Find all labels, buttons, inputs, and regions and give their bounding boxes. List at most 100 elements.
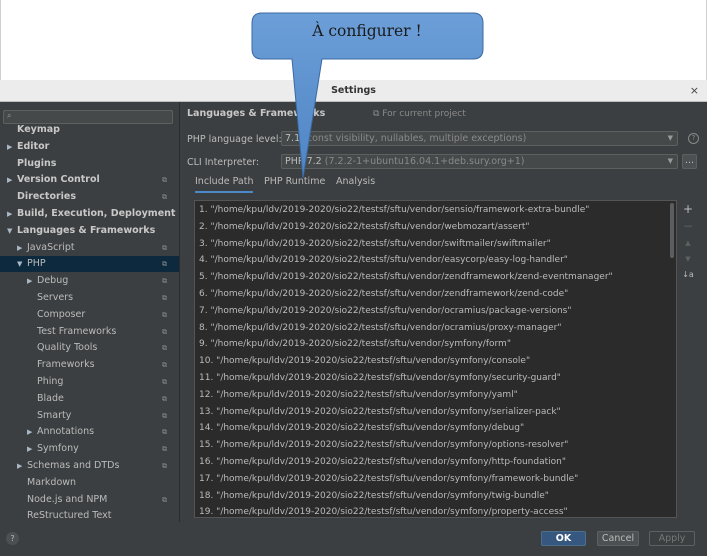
project-scope-icon: ⧉: [162, 260, 167, 269]
list-item[interactable]: 9. "/home/kpu/ldv/2019-2020/sio22/testsf…: [199, 336, 511, 353]
sidebar-item[interactable]: ReStructured Text: [0, 508, 179, 522]
sort-icon[interactable]: ↓a: [681, 270, 695, 279]
project-scope-icon: ⧉: [162, 361, 167, 370]
chevron-right-icon[interactable]: ▶: [7, 139, 12, 155]
sidebar-item[interactable]: ▶ Schemas and DTDs ⧉: [0, 458, 179, 474]
list-item[interactable]: 1. "/home/kpu/ldv/2019-2020/sio22/testsf…: [199, 202, 589, 219]
chevron-right-icon[interactable]: ▶: [17, 458, 22, 474]
sidebar-item[interactable]: Composer ⧉: [0, 307, 179, 323]
sidebar-item-label: Smarty: [37, 409, 72, 421]
ok-button[interactable]: OK: [541, 531, 586, 546]
list-item[interactable]: 13. "/home/kpu/ldv/2019-2020/sio22/tests…: [199, 404, 561, 421]
list-item[interactable]: 10. "/home/kpu/ldv/2019-2020/sio22/tests…: [199, 353, 530, 370]
sidebar-item-label: Quality Tools: [37, 342, 98, 354]
chevron-right-icon[interactable]: ▶: [27, 441, 32, 457]
interpreter-browse-button[interactable]: ...: [682, 154, 697, 169]
sidebar-item[interactable]: Frameworks ⧉: [0, 357, 179, 373]
project-scope-icon: ⧉: [162, 310, 167, 319]
sidebar-item-label: PHP: [27, 258, 46, 270]
sidebar-item[interactable]: ▶ Debug ⧉: [0, 273, 179, 289]
apply-button[interactable]: Apply: [649, 531, 695, 546]
list-item[interactable]: 7. "/home/kpu/ldv/2019-2020/sio22/testsf…: [199, 303, 571, 320]
sidebar-item-label: Version Control: [17, 174, 100, 186]
list-item[interactable]: 12. "/home/kpu/ldv/2019-2020/sio22/tests…: [199, 387, 518, 404]
list-item[interactable]: 17. "/home/kpu/ldv/2019-2020/sio22/tests…: [199, 471, 578, 488]
chevron-right-icon[interactable]: ▶: [17, 240, 22, 256]
dialog-footer: ? OK Cancel Apply: [0, 522, 707, 556]
project-scope-icon: ⧉: [162, 394, 167, 403]
list-item[interactable]: 18. "/home/kpu/ldv/2019-2020/sio22/tests…: [199, 488, 549, 505]
sidebar-item[interactable]: Smarty ⧉: [0, 408, 179, 424]
add-icon[interactable]: +: [681, 202, 695, 216]
chevron-right-icon[interactable]: ▶: [27, 424, 32, 440]
project-scope-icon: ⧉: [162, 327, 167, 336]
tab-php-runtime[interactable]: PHP Runtime: [264, 176, 325, 187]
php-level-desc: (const visibility, nullables, multiple e…: [303, 133, 527, 144]
remove-icon[interactable]: −: [681, 219, 695, 233]
sidebar-item-label: Symfony: [37, 443, 79, 455]
tab-include-path[interactable]: Include Path: [195, 176, 254, 193]
sidebar-item[interactable]: Phing ⧉: [0, 374, 179, 390]
chevron-down-icon[interactable]: ▼: [7, 223, 12, 239]
sidebar-item[interactable]: ▼ Languages & Frameworks: [0, 223, 179, 239]
sidebar-item[interactable]: Blade ⧉: [0, 391, 179, 407]
project-scope-icon: ⧉: [162, 445, 167, 454]
sidebar-item[interactable]: ▶ Symfony ⧉: [0, 441, 179, 457]
sidebar-item[interactable]: Test Frameworks ⧉: [0, 324, 179, 340]
close-icon[interactable]: ×: [690, 84, 699, 97]
php-level-select[interactable]: 7.1 (const visibility, nullables, multip…: [281, 131, 678, 146]
list-item[interactable]: 19. "/home/kpu/ldv/2019-2020/sio22/tests…: [199, 504, 568, 517]
sidebar-item[interactable]: ▶ JavaScript ⧉: [0, 240, 179, 256]
sidebar-item[interactable]: ▶ Annotations ⧉: [0, 424, 179, 440]
list-item[interactable]: 3. "/home/kpu/ldv/2019-2020/sio22/testsf…: [199, 236, 551, 253]
sidebar-item[interactable]: ▶ Editor: [0, 139, 179, 155]
cancel-button[interactable]: Cancel: [597, 531, 639, 546]
settings-main-panel: Languages & Frameworks ⧉ For current pro…: [181, 102, 707, 522]
list-item[interactable]: 8. "/home/kpu/ldv/2019-2020/sio22/testsf…: [199, 320, 561, 337]
list-item[interactable]: 16. "/home/kpu/ldv/2019-2020/sio22/tests…: [199, 454, 566, 471]
list-scrollbar[interactable]: [670, 203, 674, 258]
page-title: Languages & Frameworks: [187, 108, 326, 119]
cli-interpreter-select[interactable]: PHP 7.2 (7.2.2-1+ubuntu16.04.1+deb.sury.…: [281, 154, 678, 169]
project-scope-icon: ⧉: [162, 428, 167, 437]
tab-analysis[interactable]: Analysis: [336, 176, 375, 187]
include-path-list[interactable]: 1. "/home/kpu/ldv/2019-2020/sio22/testsf…: [194, 200, 677, 518]
list-item[interactable]: 5. "/home/kpu/ldv/2019-2020/sio22/testsf…: [199, 269, 613, 286]
sidebar-item[interactable]: ▶ Version Control ⧉: [0, 172, 179, 188]
chevron-right-icon[interactable]: ▶: [7, 206, 12, 222]
list-item[interactable]: 11. "/home/kpu/ldv/2019-2020/sio22/tests…: [199, 370, 561, 387]
sidebar-item[interactable]: Servers ⧉: [0, 290, 179, 306]
list-item[interactable]: 14. "/home/kpu/ldv/2019-2020/sio22/tests…: [199, 420, 524, 437]
project-scope-icon: ⧉: [162, 411, 167, 420]
project-scope-icon: ⧉: [162, 378, 167, 386]
sidebar-item[interactable]: Directories ⧉: [0, 189, 179, 205]
project-scope-icon: ⧉: [162, 344, 167, 353]
list-item[interactable]: 6. "/home/kpu/ldv/2019-2020/sio22/testsf…: [199, 286, 568, 303]
chevron-right-icon[interactable]: ▶: [27, 273, 32, 289]
sidebar-item[interactable]: Node.js and NPM ⧉: [0, 492, 179, 508]
sidebar-item[interactable]: Markdown: [0, 475, 179, 491]
help-icon[interactable]: ?: [688, 133, 699, 144]
chevron-down-icon[interactable]: ▼: [17, 256, 22, 272]
sidebar-item[interactable]: Quality Tools ⧉: [0, 340, 179, 356]
move-down-icon[interactable]: ▼: [681, 255, 695, 263]
project-scope-icon: ⧉: [162, 176, 167, 185]
list-item[interactable]: 2. "/home/kpu/ldv/2019-2020/sio22/testsf…: [199, 219, 530, 236]
sidebar-item-label: Plugins: [17, 157, 57, 169]
sidebar-item[interactable]: Keymap: [0, 122, 179, 138]
help-button[interactable]: ?: [6, 532, 19, 545]
move-up-icon[interactable]: ▲: [681, 239, 695, 247]
list-item[interactable]: 15. "/home/kpu/ldv/2019-2020/sio22/tests…: [199, 437, 568, 454]
sidebar-item[interactable]: ▼ PHP ⧉: [0, 256, 179, 273]
dialog-titlebar: Settings ×: [0, 80, 707, 102]
list-item[interactable]: 4. "/home/kpu/ldv/2019-2020/sio22/testsf…: [199, 252, 568, 269]
project-scope-icon: ⧉: [162, 462, 167, 470]
sidebar-item[interactable]: ▶ Build, Execution, Deployment: [0, 206, 179, 222]
sidebar-item-label: Servers: [37, 292, 74, 303]
callout-text: À configurer !: [312, 22, 422, 40]
php-level-label: PHP language level:: [187, 134, 282, 145]
sidebar-item-label: Test Frameworks: [37, 325, 117, 337]
search-icon: ⌕: [7, 111, 12, 120]
chevron-right-icon[interactable]: ▶: [7, 172, 12, 188]
sidebar-item[interactable]: Plugins: [0, 156, 179, 172]
